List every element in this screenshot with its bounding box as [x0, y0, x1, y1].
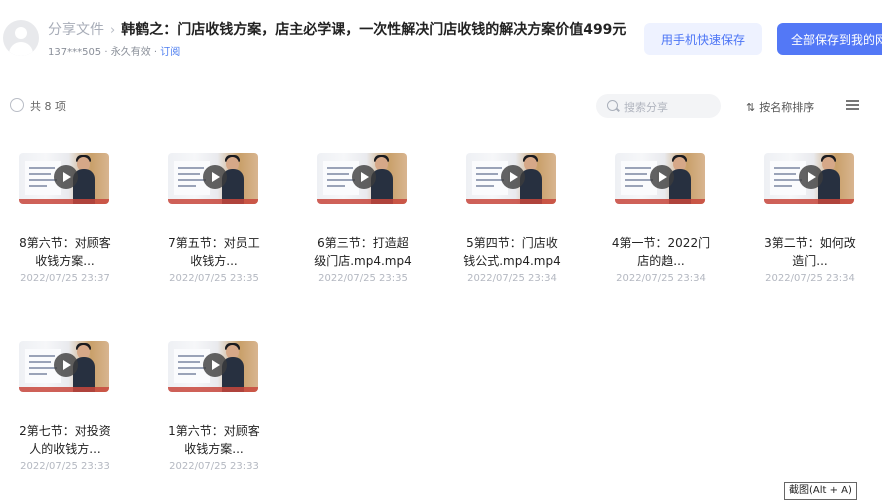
- list-view-menu-icon[interactable]: [846, 100, 859, 110]
- validity-text: · 永久有效 ·: [104, 47, 158, 58]
- file-date: 2022/07/25 23:35: [169, 273, 259, 284]
- file-date: 2022/07/25 23:33: [20, 461, 110, 472]
- subscribe-link[interactable]: 订阅: [160, 47, 180, 58]
- save-all-button[interactable]: 全部保存到我的网盘: [777, 23, 882, 55]
- sort-label: 按名称排序: [759, 101, 815, 114]
- file-name[interactable]: 8第六节：对顾客 收钱方案...: [0, 234, 130, 270]
- share-title: 韩鹤之：门店收钱方案，店主必学课，一次性解决门店收钱的解决方案价值499元: [121, 22, 627, 38]
- play-icon[interactable]: [352, 165, 376, 189]
- file-item[interactable]: 4第一节：2022门 店的趋... 2022/07/25 23:34: [596, 153, 726, 303]
- video-thumbnail[interactable]: [19, 341, 109, 392]
- page-title: 分享文件 › 韩鹤之：门店收钱方案，店主必学课，一次性解决门店收钱的解决方案价值49…: [48, 19, 648, 41]
- chevron-right-icon: ›: [110, 23, 116, 38]
- play-icon[interactable]: [203, 165, 227, 189]
- file-name[interactable]: 7第五节：对员工 收钱方...: [149, 234, 279, 270]
- file-name[interactable]: 5第四节：门店收 钱公式.mp4.mp4: [447, 234, 577, 270]
- file-name[interactable]: 4第一节：2022门 店的趋...: [596, 234, 726, 270]
- file-date: 2022/07/25 23:33: [169, 461, 259, 472]
- video-thumbnail[interactable]: [168, 341, 258, 392]
- file-date: 2022/07/25 23:34: [765, 273, 855, 284]
- video-thumbnail[interactable]: [317, 153, 407, 204]
- sort-button[interactable]: ⇅ 按名称排序: [746, 99, 814, 115]
- file-date: 2022/07/25 23:35: [318, 273, 408, 284]
- play-icon[interactable]: [54, 165, 78, 189]
- file-item[interactable]: 3第二节：如何改 造门... 2022/07/25 23:34: [745, 153, 875, 303]
- sort-icon: ⇅: [746, 101, 756, 114]
- video-thumbnail[interactable]: [615, 153, 705, 204]
- play-icon[interactable]: [54, 353, 78, 377]
- file-item[interactable]: 5第四节：门店收 钱公式.mp4.mp4 2022/07/25 23:34: [447, 153, 577, 303]
- share-meta: 137***505 · 永久有效 · 订阅: [48, 43, 180, 58]
- file-item[interactable]: 8第六节：对顾客 收钱方案... 2022/07/25 23:37: [0, 153, 130, 303]
- play-icon[interactable]: [799, 165, 823, 189]
- video-thumbnail[interactable]: [764, 153, 854, 204]
- file-item[interactable]: 1第六节：对顾客 收钱方案... 2022/07/25 23:33: [149, 341, 279, 491]
- video-thumbnail[interactable]: [466, 153, 556, 204]
- select-all-checkbox[interactable]: [10, 98, 24, 112]
- search-icon: [607, 100, 618, 111]
- search-placeholder: 搜索分享: [624, 101, 668, 114]
- file-name[interactable]: 6第三节：打造超 级门店.mp4.mp4: [298, 234, 428, 270]
- file-name[interactable]: 3第二节：如何改 造门...: [745, 234, 875, 270]
- play-icon[interactable]: [501, 165, 525, 189]
- play-icon[interactable]: [650, 165, 674, 189]
- file-date: 2022/07/25 23:34: [616, 273, 706, 284]
- breadcrumb[interactable]: 分享文件: [48, 22, 104, 38]
- file-item[interactable]: 7第五节：对员工 收钱方... 2022/07/25 23:35: [149, 153, 279, 303]
- sharer-id: 137***505: [48, 47, 102, 58]
- file-item[interactable]: 6第三节：打造超 级门店.mp4.mp4 2022/07/25 23:35: [298, 153, 428, 303]
- phone-save-button[interactable]: 用手机快速保存: [644, 23, 762, 55]
- file-date: 2022/07/25 23:34: [467, 273, 557, 284]
- play-icon[interactable]: [203, 353, 227, 377]
- screenshot-tooltip: 截图(Alt + A): [784, 482, 857, 500]
- file-item[interactable]: 2第七节：对投资 人的收钱方... 2022/07/25 23:33: [0, 341, 130, 491]
- file-date: 2022/07/25 23:37: [20, 273, 110, 284]
- file-name[interactable]: 2第七节：对投资 人的收钱方...: [0, 422, 130, 458]
- file-name[interactable]: 1第六节：对顾客 收钱方案...: [149, 422, 279, 458]
- video-thumbnail[interactable]: [168, 153, 258, 204]
- video-thumbnail[interactable]: [19, 153, 109, 204]
- item-count: 共 8 项: [30, 100, 66, 113]
- avatar: [3, 20, 39, 56]
